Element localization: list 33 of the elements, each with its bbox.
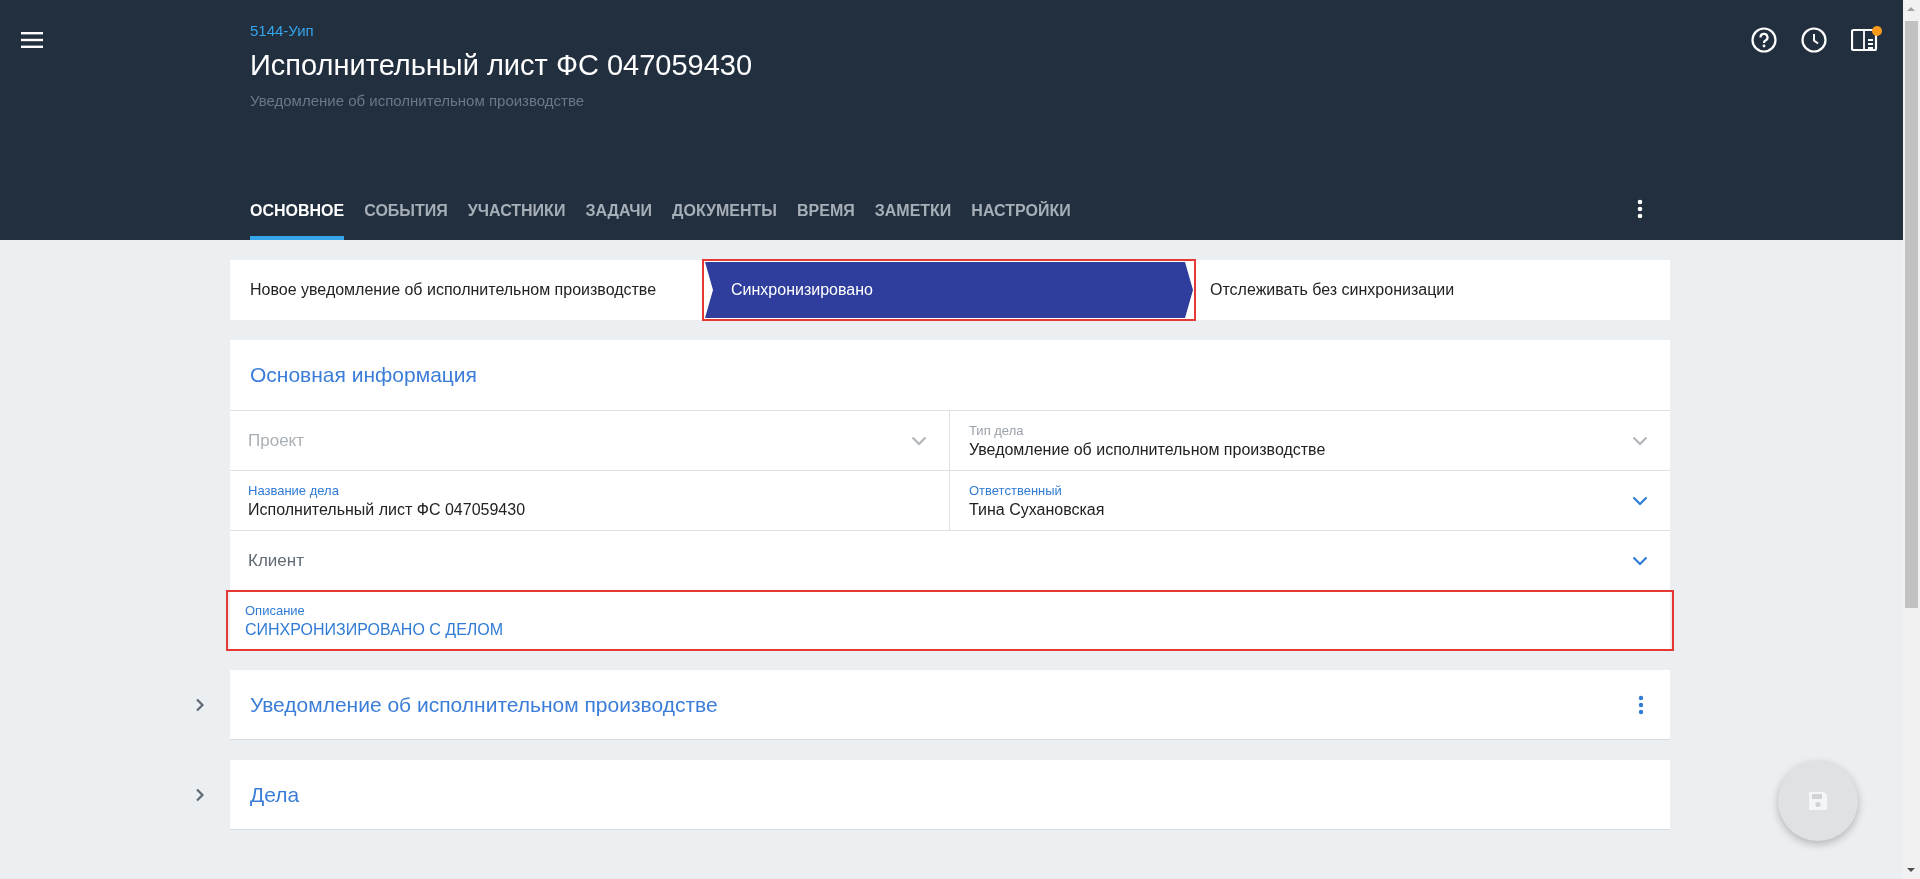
chevron-right-icon[interactable]: [195, 788, 205, 802]
card-title: Основная информация: [230, 340, 1670, 411]
tab[interactable]: СОБЫТИЯ: [354, 180, 458, 240]
dropdown-field[interactable]: Клиент: [230, 531, 1670, 590]
clock-icon[interactable]: [1801, 27, 1827, 53]
chevron-down-icon: [1632, 555, 1648, 566]
help-icon[interactable]: [1751, 27, 1777, 53]
tab[interactable]: ОСНОВНОЕ: [250, 180, 345, 240]
page-title: Исполнительный лист ФС 047059430: [250, 49, 753, 82]
menu-icon[interactable]: [21, 32, 43, 48]
stage-step[interactable]: Синхронизировано: [703, 260, 1195, 320]
text-field[interactable]: Описание СИНХРОНИЗИРОВАНО С ДЕЛОМ: [227, 591, 1673, 650]
more-options-icon[interactable]: [1637, 199, 1643, 219]
tab[interactable]: ЗАМЕТКИ: [864, 180, 962, 240]
dropdown-field[interactable]: Ответственный Тина Сухановская: [949, 471, 1670, 530]
chevron-down-icon: [911, 435, 927, 446]
section-title[interactable]: Дела: [250, 782, 300, 807]
stage-step[interactable]: Новое уведомление об исполнительном производстве: [230, 260, 703, 320]
tab[interactable]: ВРЕМЯ: [787, 180, 865, 240]
section-title[interactable]: Уведомление об исполнительном производстве: [250, 692, 718, 717]
page-subtitle: Уведомление об исполнительном производстве: [250, 92, 586, 109]
tab[interactable]: ДОКУМЕНТЫ: [662, 180, 787, 240]
side-panel-icon[interactable]: [1851, 26, 1879, 54]
tab[interactable]: НАСТРОЙКИ: [961, 180, 1081, 240]
chevron-down-icon: [1632, 435, 1648, 446]
chevron-down-icon: [1632, 495, 1648, 506]
scrollbar[interactable]: [1903, 0, 1920, 879]
stage-step[interactable]: Отслеживать без синхронизации: [1195, 260, 1670, 320]
case-code: 5144-Уип: [250, 22, 315, 39]
chevron-right-icon[interactable]: [195, 698, 205, 712]
tab[interactable]: УЧАСТНИКИ: [457, 180, 576, 240]
tab[interactable]: ЗАДАЧИ: [575, 180, 663, 240]
text-field[interactable]: Название дела Исполнительный лист ФС 047059430: [230, 471, 949, 530]
